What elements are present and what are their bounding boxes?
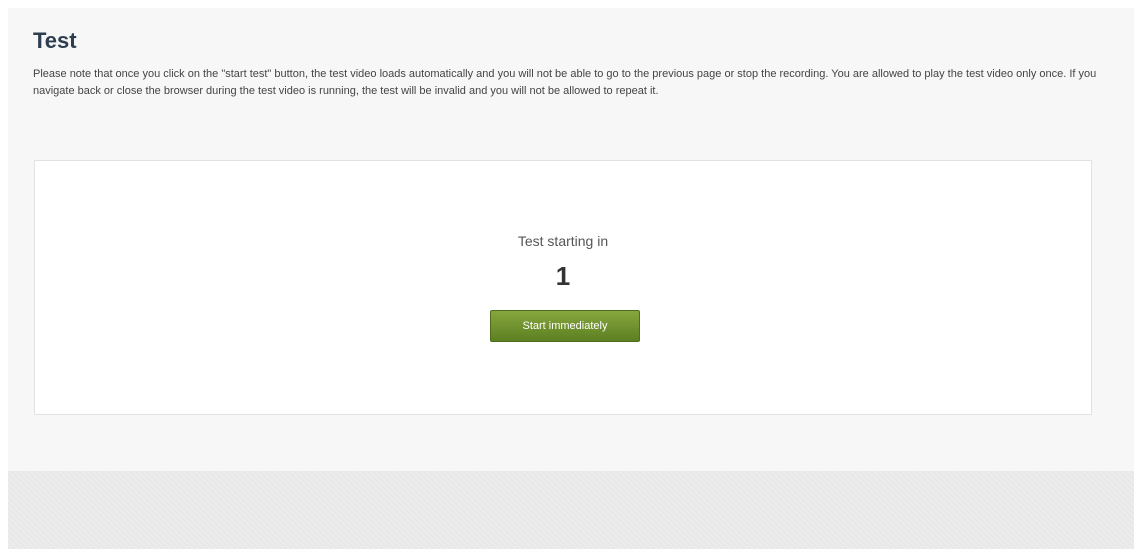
countdown-value: 1 [555, 261, 571, 291]
page: Test Please note that once you click on … [0, 0, 1134, 549]
page-footer [8, 471, 1134, 549]
main-content: Test Please note that once you click on … [8, 8, 1134, 471]
top-strip [0, 0, 1134, 8]
start-immediately-button[interactable]: Start immediately [490, 310, 640, 342]
countdown-panel: Test starting in 1 Start immediately [34, 160, 1092, 415]
test-notice: Please note that once you click on the "… [33, 68, 1097, 97]
countdown-label: Test starting in [517, 233, 609, 249]
page-title: Test [33, 28, 77, 53]
